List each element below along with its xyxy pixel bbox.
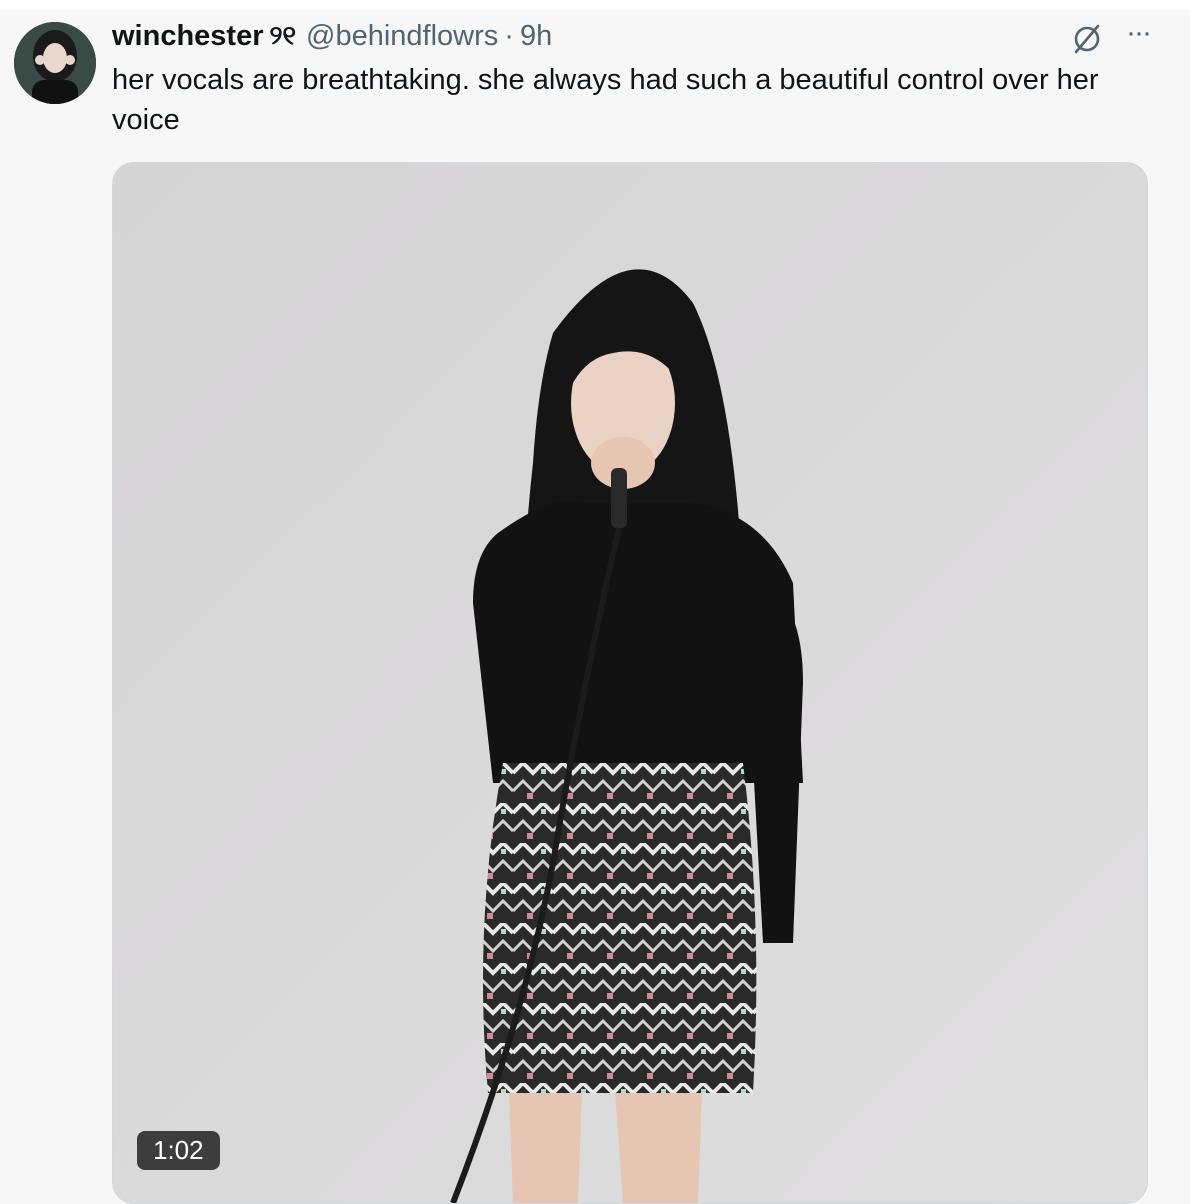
author-name[interactable]: winchester: [112, 20, 264, 53]
tweet-header: winchester ୨୧ @behindflowrs · 9h: [112, 18, 552, 54]
grok-slash-icon[interactable]: [1070, 22, 1104, 56]
author-handle[interactable]: @behindflowrs: [306, 20, 498, 53]
tweet-actions: ···: [1070, 18, 1152, 56]
more-icon[interactable]: ···: [1126, 18, 1152, 48]
top-edge: [0, 0, 1190, 10]
avatar[interactable]: [14, 22, 96, 104]
video-player[interactable]: 1:02: [112, 162, 1148, 1204]
timestamp[interactable]: 9h: [520, 20, 552, 53]
tweet-card[interactable]: winchester ୨୧ @behindflowrs · 9h ··· her…: [0, 10, 1190, 1204]
tweet-text: her vocals are breathtaking. she always …: [112, 64, 1099, 136]
video-thumbnail: [113, 163, 1147, 1203]
header-separator: ·: [504, 19, 514, 52]
author-name-decoration: ୨୧: [269, 20, 297, 50]
video-duration: 1:02: [137, 1131, 220, 1170]
